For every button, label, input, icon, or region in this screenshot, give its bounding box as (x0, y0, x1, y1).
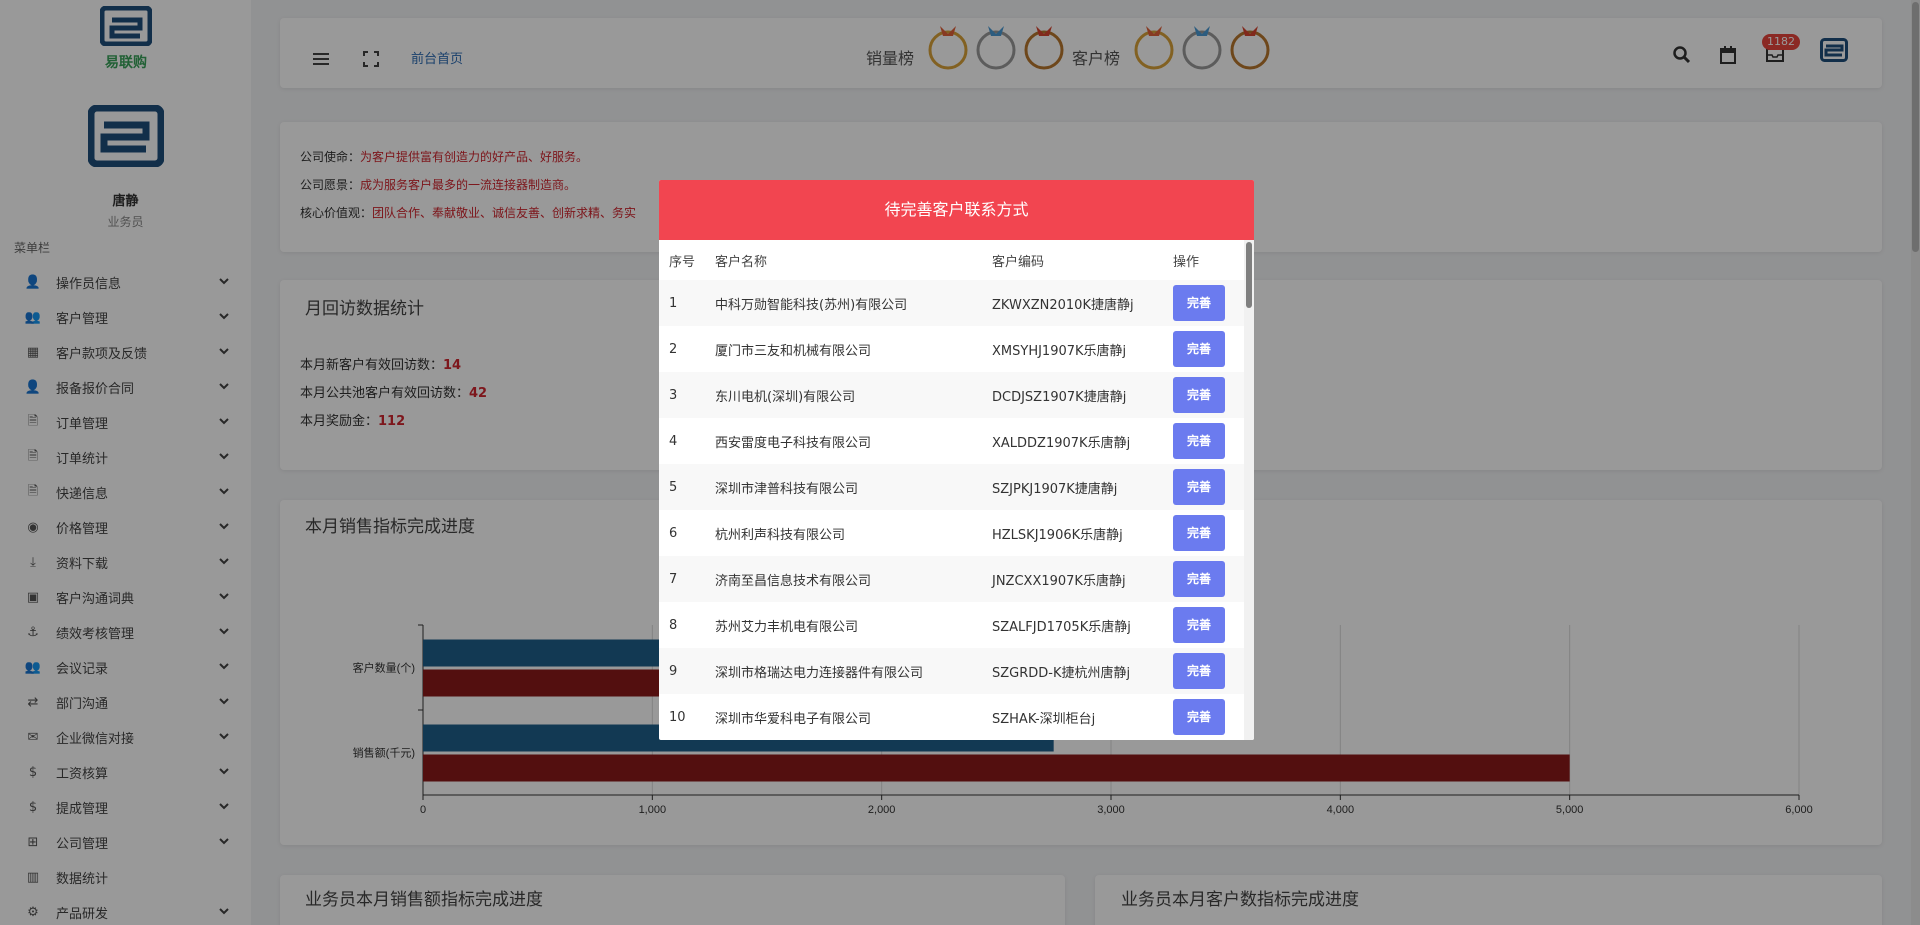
table-header-row: 序号 客户名称 客户编码 操作 (659, 240, 1244, 280)
complete-button[interactable]: 完善 (1173, 515, 1225, 551)
modal-scrollbar-thumb[interactable] (1246, 242, 1252, 308)
table-row: 6 杭州利声科技有限公司 HZLSKJ1906K乐唐静j 完善 (659, 510, 1244, 556)
table-row: 1 中科万勋智能科技(苏州)有限公司 ZKWXZN2010K捷唐静j 完善 (659, 280, 1244, 326)
row-code: JNZCXX1907K乐唐静j (992, 556, 1173, 602)
row-no: 8 (669, 617, 678, 633)
row-action: 完善 (1173, 648, 1244, 694)
row-code: SZJPKJ1907K捷唐静j (992, 464, 1173, 510)
header-code: 客户编码 (992, 254, 1045, 270)
row-name: 深圳市津普科技有限公司 (707, 464, 992, 510)
row-no: 1 (659, 280, 707, 326)
complete-button[interactable]: 完善 (1173, 561, 1225, 597)
table-row: 3 东川电机(深圳)有限公司 DCDJSZ1907K捷唐静j 完善 (659, 372, 1244, 418)
complete-button[interactable]: 完善 (1173, 331, 1225, 367)
incomplete-contacts-table: 序号 客户名称 客户编码 操作 1 中科万勋智能科技(苏州)有限公司 ZKWXZN2… (659, 240, 1244, 740)
row-no: 2 (669, 341, 678, 357)
header-no: 序号 (669, 254, 696, 270)
row-name: 济南至昌信息技术有限公司 (707, 556, 992, 602)
row-action: 完善 (1173, 280, 1244, 326)
row-action: 完善 (1173, 372, 1244, 418)
table-row: 2 厦门市三友和机械有限公司 XMSYHJ1907K乐唐静j 完善 (659, 326, 1244, 372)
complete-button[interactable]: 完善 (1173, 285, 1225, 321)
row-name: 杭州利声科技有限公司 (715, 527, 846, 543)
table-row: 5 深圳市津普科技有限公司 SZJPKJ1907K捷唐静j 完善 (659, 464, 1244, 510)
row-action: 完善 (1173, 418, 1244, 464)
row-no: 9 (659, 648, 707, 694)
row-no: 10 (669, 709, 686, 725)
incomplete-contacts-modal: 待完善客户联系方式 序号 客户名称 客户编码 操作 1 中科万勋智能科技(苏州)有… (659, 180, 1254, 740)
row-code: XALDDZ1907K乐唐静j (992, 435, 1131, 451)
row-action: 完善 (1173, 326, 1244, 372)
complete-button[interactable]: 完善 (1173, 423, 1225, 459)
row-code: ZKWXZN2010K捷唐静j (992, 280, 1173, 326)
row-action: 完善 (1173, 464, 1244, 510)
row-action: 完善 (1173, 556, 1244, 602)
modal-scrollbar[interactable] (1244, 240, 1254, 740)
row-action: 完善 (1173, 602, 1244, 648)
row-no: 4 (669, 433, 678, 449)
table-row: 9 深圳市格瑞达电力连接器件有限公司 SZGRDD-K捷杭州唐静j 完善 (659, 648, 1244, 694)
row-no: 6 (669, 525, 678, 541)
complete-button[interactable]: 完善 (1173, 653, 1225, 689)
row-code: SZALFJD1705K乐唐静j (992, 619, 1131, 635)
complete-button[interactable]: 完善 (1173, 469, 1225, 505)
row-action: 完善 (1173, 510, 1244, 556)
row-name: 西安雷度电子科技有限公司 (715, 435, 872, 451)
complete-button[interactable]: 完善 (1173, 699, 1225, 735)
row-action: 完善 (1173, 694, 1244, 740)
row-name: 深圳市华爱科电子有限公司 (715, 711, 872, 727)
row-code: SZGRDD-K捷杭州唐静j (992, 648, 1173, 694)
row-name: 中科万勋智能科技(苏州)有限公司 (707, 280, 992, 326)
row-no: 7 (659, 556, 707, 602)
row-code: HZLSKJ1906K乐唐静j (992, 527, 1123, 543)
table-row: 10 深圳市华爱科电子有限公司 SZHAK-深圳柜台j 完善 (659, 694, 1244, 740)
modal-body: 序号 客户名称 客户编码 操作 1 中科万勋智能科技(苏州)有限公司 ZKWXZN2… (659, 240, 1254, 740)
row-no: 3 (659, 372, 707, 418)
header-name: 客户名称 (715, 254, 768, 270)
complete-button[interactable]: 完善 (1173, 607, 1225, 643)
table-row: 4 西安雷度电子科技有限公司 XALDDZ1907K乐唐静j 完善 (659, 418, 1244, 464)
modal-title: 待完善客户联系方式 (659, 180, 1254, 240)
table-row: 7 济南至昌信息技术有限公司 JNZCXX1907K乐唐静j 完善 (659, 556, 1244, 602)
table-row: 8 苏州艾力丰机电有限公司 SZALFJD1705K乐唐静j 完善 (659, 602, 1244, 648)
row-code: DCDJSZ1907K捷唐静j (992, 372, 1173, 418)
row-name: 厦门市三友和机械有限公司 (715, 343, 872, 359)
row-code: SZHAK-深圳柜台j (992, 711, 1096, 727)
header-action: 操作 (1173, 254, 1200, 270)
complete-button[interactable]: 完善 (1173, 377, 1225, 413)
row-no: 5 (659, 464, 707, 510)
row-name: 苏州艾力丰机电有限公司 (715, 619, 859, 635)
row-name: 东川电机(深圳)有限公司 (707, 372, 992, 418)
row-code: XMSYHJ1907K乐唐静j (992, 343, 1127, 359)
row-name: 深圳市格瑞达电力连接器件有限公司 (707, 648, 992, 694)
